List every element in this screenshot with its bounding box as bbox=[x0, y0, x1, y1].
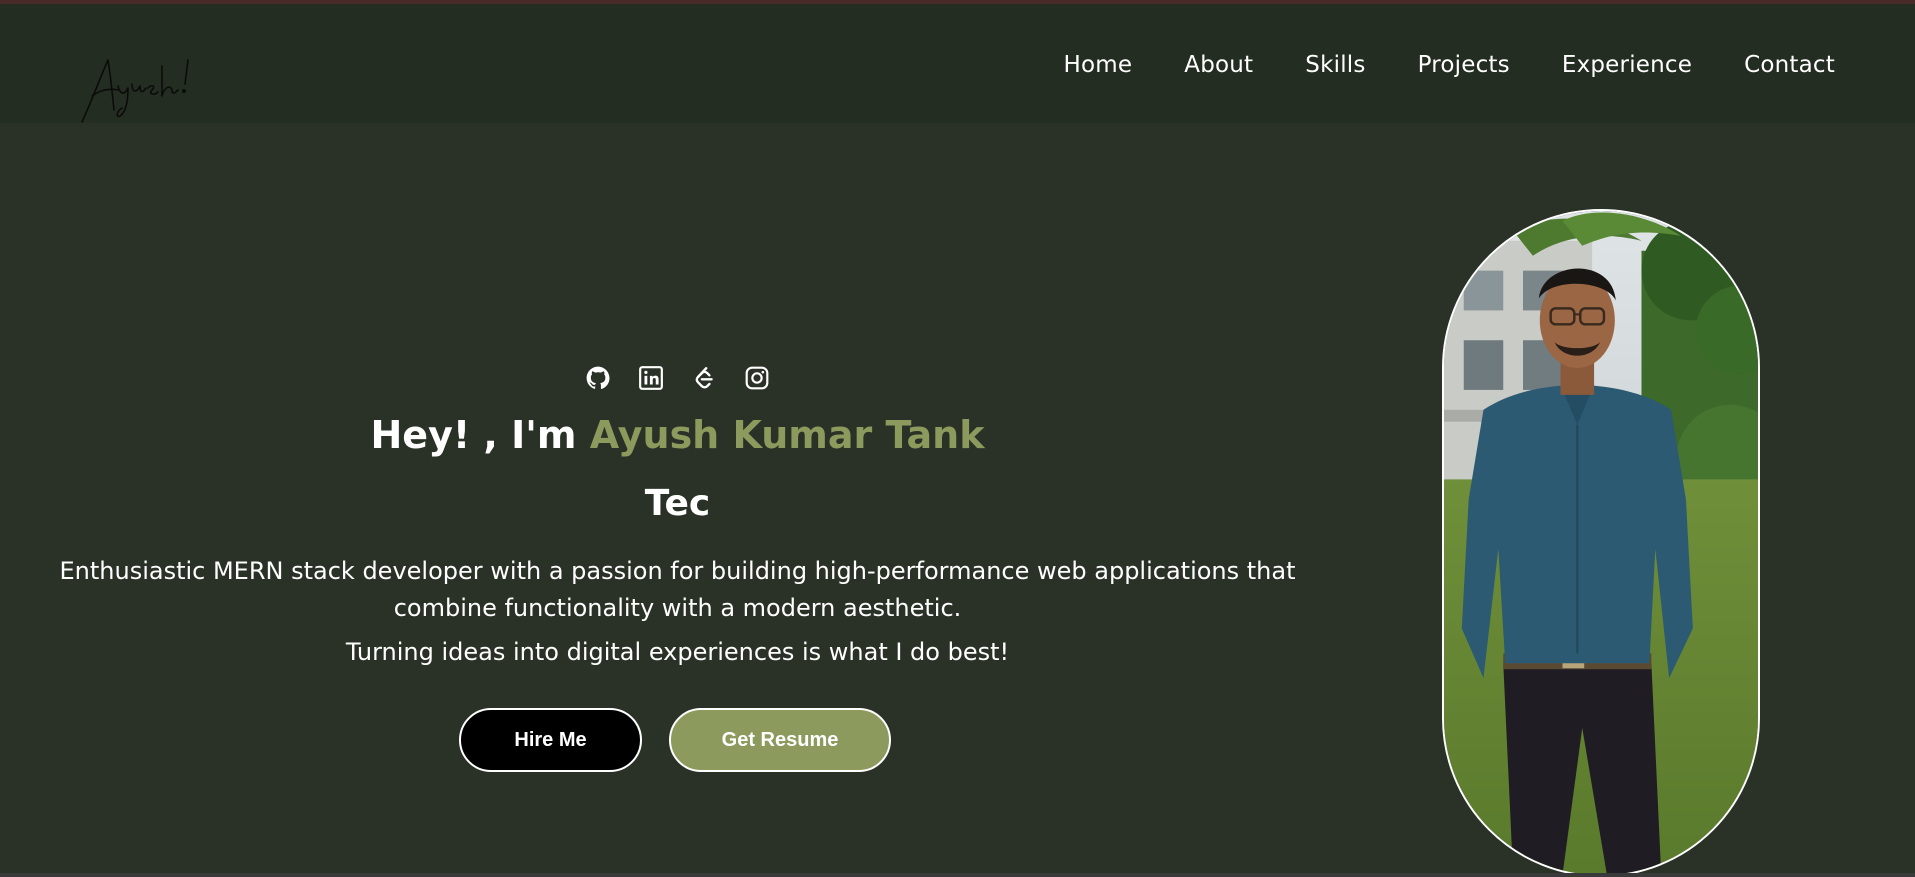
get-resume-button[interactable]: Get Resume bbox=[669, 708, 891, 772]
typed-role-text: Tec bbox=[644, 483, 711, 524]
nav-menu: Home About Skills Projects Experience Co… bbox=[1064, 52, 1835, 78]
hero-headline: Hey! , I'm Ayush Kumar Tank bbox=[0, 413, 1355, 457]
instagram-icon[interactable] bbox=[744, 364, 771, 391]
nav-home[interactable]: Home bbox=[1064, 52, 1133, 78]
nav-about[interactable]: About bbox=[1184, 52, 1253, 78]
logo[interactable] bbox=[78, 50, 208, 126]
hero-bio: Enthusiastic MERN stack developer with a… bbox=[59, 557, 1296, 622]
greeting-text: Hey! , I'm bbox=[370, 413, 577, 457]
hero-section: Hey! , I'm Ayush Kumar Tank Tec Enthusia… bbox=[0, 123, 1385, 877]
nav-projects[interactable]: Projects bbox=[1418, 52, 1510, 78]
hero-name: Ayush Kumar Tank bbox=[589, 413, 985, 457]
github-icon[interactable] bbox=[585, 364, 612, 391]
hero-tagline: Turning ideas into digital experiences i… bbox=[345, 638, 1010, 666]
hire-me-button[interactable]: Hire Me bbox=[459, 708, 642, 772]
leetcode-icon[interactable] bbox=[691, 364, 718, 391]
profile-photo bbox=[1442, 209, 1760, 877]
logo-signature bbox=[81, 59, 189, 123]
nav-skills[interactable]: Skills bbox=[1305, 52, 1365, 78]
social-links bbox=[0, 364, 1355, 391]
nav-contact[interactable]: Contact bbox=[1744, 52, 1835, 78]
navbar: Home About Skills Projects Experience Co… bbox=[0, 4, 1915, 123]
linkedin-icon[interactable] bbox=[638, 364, 665, 391]
bottom-strip bbox=[0, 873, 1915, 877]
nav-experience[interactable]: Experience bbox=[1562, 52, 1692, 78]
